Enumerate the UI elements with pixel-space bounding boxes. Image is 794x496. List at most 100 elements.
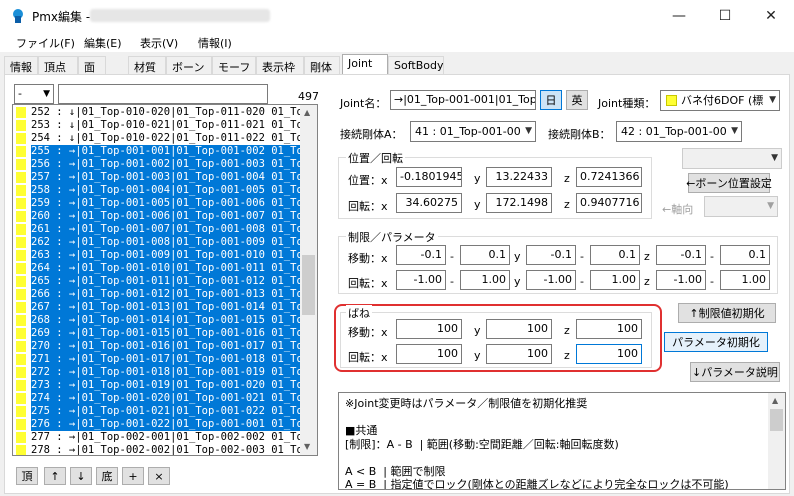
spring-rot-z-input[interactable]: 100 xyxy=(576,344,642,364)
list-item[interactable]: 260 : →|01_Top-001-006|01_Top-001-007 01… xyxy=(13,210,300,223)
spring-move-x-input[interactable]: 100 xyxy=(396,319,462,339)
search-input[interactable] xyxy=(58,84,268,104)
axis-select[interactable]: ▼ xyxy=(704,196,778,217)
list-item[interactable]: 261 : →|01_Top-001-007|01_Top-001-008 01… xyxy=(13,223,300,236)
tab-face[interactable]: 面 xyxy=(78,56,106,74)
menu-info[interactable]: 情報(I) xyxy=(198,35,232,51)
list-item[interactable]: 267 : →|01_Top-001-013|01_Top-001-014 01… xyxy=(13,301,300,314)
param-help-button[interactable]: ↓パラメータ説明 xyxy=(690,362,780,382)
menu-edit[interactable]: 編集(E) xyxy=(84,35,122,51)
minimize-button[interactable]: — xyxy=(656,0,702,32)
rot-limit-x-min[interactable]: -1.00 xyxy=(396,270,446,290)
list-item[interactable]: 263 : →|01_Top-001-009|01_Top-001-010 01… xyxy=(13,249,300,262)
chevron-down-icon: ▼ xyxy=(731,126,738,136)
scroll-thumb[interactable] xyxy=(302,255,315,315)
list-item[interactable]: 255 : →|01_Top-001-001|01_Top-001-002 01… xyxy=(13,145,300,158)
position-x-input[interactable]: -0.1801945 xyxy=(396,167,462,187)
lang-en-button[interactable]: 英 xyxy=(566,90,588,110)
tab-info[interactable]: 情報 xyxy=(4,56,38,74)
list-item[interactable]: 274 : →|01_Top-001-020|01_Top-001-021 01… xyxy=(13,392,300,405)
rot-limit-x-max[interactable]: 1.00 xyxy=(460,270,510,290)
list-item[interactable]: 264 : →|01_Top-001-010|01_Top-001-011 01… xyxy=(13,262,300,275)
list-item[interactable]: 252 : ↓|01_Top-010-020|01_Top-011-020 01… xyxy=(13,106,300,119)
rot-limit-z-min[interactable]: -1.00 xyxy=(656,270,706,290)
scroll-down-icon[interactable]: ▼ xyxy=(304,442,310,451)
delete-button[interactable]: × xyxy=(148,467,170,485)
move-limit-z-max[interactable]: 0.1 xyxy=(720,245,770,265)
spring-rot-x-input[interactable]: 100 xyxy=(396,344,462,364)
list-item[interactable]: 254 : ↓|01_Top-010-022|01_Top-011-022 01… xyxy=(13,132,300,145)
position-z-input[interactable]: 0.7241366 xyxy=(576,167,642,187)
tab-softbody[interactable]: SoftBody xyxy=(388,56,444,74)
tab-material[interactable]: 材質 xyxy=(128,56,166,74)
list-item[interactable]: 272 : →|01_Top-001-018|01_Top-001-019 01… xyxy=(13,366,300,379)
move-top-button[interactable]: 頂 xyxy=(16,467,38,485)
menu-view[interactable]: 表示(V) xyxy=(140,35,178,51)
list-item[interactable]: 258 : →|01_Top-001-004|01_Top-001-005 01… xyxy=(13,184,300,197)
list-item[interactable]: 268 : →|01_Top-001-014|01_Top-001-015 01… xyxy=(13,314,300,327)
help-scrollbar[interactable]: ▲ xyxy=(768,393,785,489)
tab-bone[interactable]: ボーン xyxy=(166,56,212,74)
joint-type-select[interactable]: バネ付6DOF (標 ▼ xyxy=(660,90,780,111)
move-limit-y-max[interactable]: 0.1 xyxy=(590,245,640,265)
list-item[interactable]: 262 : →|01_Top-001-008|01_Top-001-009 01… xyxy=(13,236,300,249)
list-item[interactable]: 276 : →|01_Top-001-022|01_Top-001-001 01… xyxy=(13,418,300,431)
spring-move-z-input[interactable]: 100 xyxy=(576,319,642,339)
list-scrollbar[interactable]: ▲ ▼ xyxy=(300,105,317,455)
list-item[interactable]: 275 : →|01_Top-001-021|01_Top-001-022 01… xyxy=(13,405,300,418)
list-item[interactable]: 270 : →|01_Top-001-016|01_Top-001-017 01… xyxy=(13,340,300,353)
move-limit-x-max[interactable]: 0.1 xyxy=(460,245,510,265)
tab-morph[interactable]: モーフ xyxy=(212,56,256,74)
bone-select[interactable]: ▼ xyxy=(682,148,782,169)
position-y-label: y xyxy=(474,172,481,185)
lang-jp-button[interactable]: 日 xyxy=(540,90,562,110)
bone-position-set-button[interactable]: ←ボーン位置設定 xyxy=(686,173,772,193)
tab-joint[interactable]: Joint xyxy=(342,54,388,75)
menu-file[interactable]: ファイル(F) xyxy=(16,35,75,51)
list-item[interactable]: 256 : →|01_Top-001-002|01_Top-001-003 01… xyxy=(13,158,300,171)
help-text-box[interactable]: ※Joint変更時はパラメータ／制限値を初期化推奨 ■共通 [制限]：A - B |… xyxy=(338,392,786,490)
spring-rot-y-input[interactable]: 100 xyxy=(486,344,552,364)
joint-name-input[interactable]: →|01_Top-001-001|01_Top- xyxy=(390,90,536,110)
body-a-select[interactable]: 41 : 01_Top-001-00 ▼ xyxy=(410,121,536,142)
move-bottom-button[interactable]: 底 xyxy=(96,467,118,485)
list-item[interactable]: 257 : →|01_Top-001-003|01_Top-001-004 01… xyxy=(13,171,300,184)
move-down-button[interactable]: ↓ xyxy=(70,467,92,485)
move-up-button[interactable]: ↑ xyxy=(44,467,66,485)
rotation-y-input[interactable]: 172.1498 xyxy=(486,193,552,213)
tab-rigid-body[interactable]: 剛体 xyxy=(304,56,340,74)
move-limit-z-min[interactable]: -0.1 xyxy=(656,245,706,265)
body-b-select[interactable]: 42 : 01_Top-001-00 ▼ xyxy=(616,121,742,142)
close-button[interactable]: ✕ xyxy=(748,0,794,32)
position-y-input[interactable]: 13.22433 xyxy=(486,167,552,187)
filter-select[interactable]: - ▼ xyxy=(14,84,54,104)
scroll-up-icon[interactable]: ▲ xyxy=(772,396,778,405)
move-limit-x-min[interactable]: -0.1 xyxy=(396,245,446,265)
rot-limit-y-max[interactable]: 1.00 xyxy=(590,270,640,290)
rotation-x-input[interactable]: 34.60275 xyxy=(396,193,462,213)
help-text: ※Joint変更時はパラメータ／制限値を初期化推奨 ■共通 [制限]：A - B |… xyxy=(345,397,765,489)
list-item[interactable]: 277 : →|01_Top-002-001|01_Top-002-002 01… xyxy=(13,431,300,444)
maximize-button[interactable]: ☐ xyxy=(702,0,748,32)
list-item[interactable]: 271 : →|01_Top-001-017|01_Top-001-018 01… xyxy=(13,353,300,366)
list-item[interactable]: 269 : →|01_Top-001-015|01_Top-001-016 01… xyxy=(13,327,300,340)
limit-reset-button[interactable]: ↑制限値初期化 xyxy=(678,303,776,323)
joint-list[interactable]: 252 : ↓|01_Top-010-020|01_Top-011-020 01… xyxy=(12,104,318,456)
tab-display-frame[interactable]: 表示枠 xyxy=(256,56,304,74)
rot-limit-z-max[interactable]: 1.00 xyxy=(720,270,770,290)
move-limit-y-min[interactable]: -0.1 xyxy=(526,245,576,265)
rot-limit-y-min[interactable]: -1.00 xyxy=(526,270,576,290)
scroll-up-icon[interactable]: ▲ xyxy=(304,108,310,117)
list-item[interactable]: 253 : ↓|01_Top-010-021|01_Top-011-021 01… xyxy=(13,119,300,132)
list-item[interactable]: 265 : →|01_Top-001-011|01_Top-001-012 01… xyxy=(13,275,300,288)
rotation-z-input[interactable]: 0.9407716 xyxy=(576,193,642,213)
spring-move-y-input[interactable]: 100 xyxy=(486,319,552,339)
list-item[interactable]: 278 : →|01_Top-002-002|01_Top-002-003 01… xyxy=(13,444,300,455)
list-item[interactable]: 266 : →|01_Top-001-012|01_Top-001-013 01… xyxy=(13,288,300,301)
list-item[interactable]: 273 : →|01_Top-001-019|01_Top-001-020 01… xyxy=(13,379,300,392)
add-button[interactable]: + xyxy=(122,467,144,485)
param-reset-button[interactable]: パラメータ初期化 xyxy=(664,332,768,352)
scroll-thumb[interactable] xyxy=(770,409,783,431)
list-item[interactable]: 259 : →|01_Top-001-005|01_Top-001-006 01… xyxy=(13,197,300,210)
tab-vertex[interactable]: 頂点 xyxy=(38,56,78,74)
